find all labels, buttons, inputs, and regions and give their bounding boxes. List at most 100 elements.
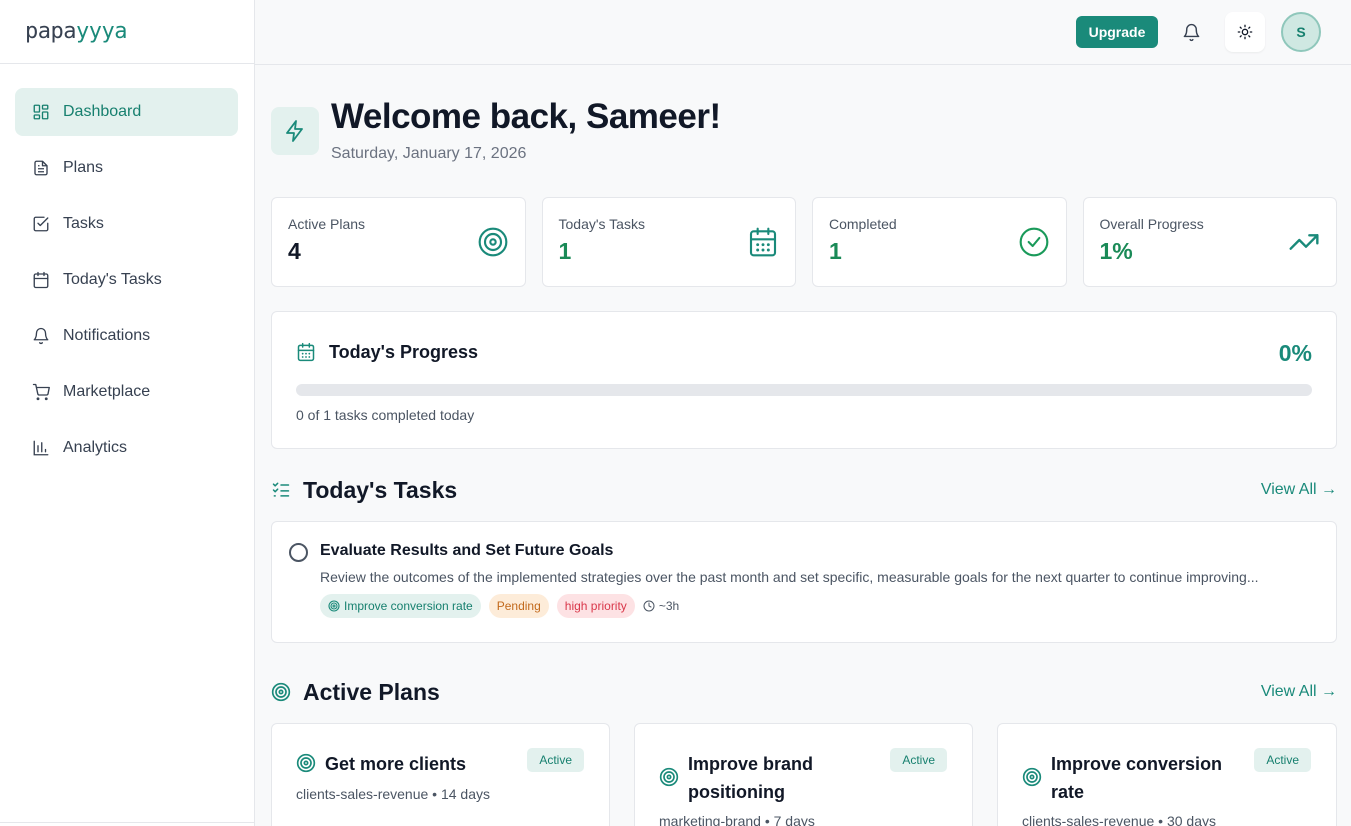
notifications-button[interactable] (1171, 12, 1211, 52)
sidebar: papa yyya Dashboard Plans Tasks Today's T… (0, 0, 255, 826)
sidebar-item-label: Today's Tasks (63, 271, 162, 288)
sidebar-item-label: Tasks (63, 215, 104, 232)
cart-icon (32, 383, 50, 401)
section-header: Active Plans View All → (271, 667, 1337, 723)
plan-tag[interactable]: Improve conversion rate (320, 594, 481, 618)
welcome-header: Welcome back, Sameer! Saturday, January … (271, 65, 1337, 197)
logo-text: papa (25, 19, 76, 44)
sidebar-item-marketplace[interactable]: Marketplace (15, 368, 238, 416)
todays-progress-card: Today's Progress 0% 0 of 1 tasks complet… (271, 311, 1337, 449)
stat-label: Completed (829, 216, 897, 232)
plan-card[interactable]: Improve conversion rate clients-sales-re… (997, 723, 1337, 826)
time-estimate: ~3h (643, 594, 679, 618)
view-all-plans-link[interactable]: View All → (1261, 683, 1337, 701)
logo-accent: yyya (75, 19, 127, 44)
bell-icon (33, 327, 49, 345)
clock-icon (643, 600, 655, 612)
calendar-icon (33, 271, 49, 289)
sidebar-item-notifications[interactable]: Notifications (15, 312, 238, 360)
status-badge: Active (527, 748, 584, 772)
plan-meta: marketing-brand • 7 days (659, 813, 815, 826)
sidebar-item-label: Plans (63, 159, 104, 176)
status-badge: Active (890, 748, 947, 772)
dashboard-icon (33, 104, 49, 120)
trending-up-icon (1289, 234, 1319, 250)
stat-card-todays-tasks[interactable]: Today's Tasks 1 (541, 197, 796, 287)
sidebar-divider (0, 822, 255, 823)
sidebar-item-dashboard[interactable]: Dashboard (15, 88, 238, 136)
theme-toggle-button[interactable] (1225, 12, 1265, 52)
active-plans-section: Active Plans View All → Get more clients… (271, 667, 1337, 826)
logo[interactable]: papa yyya (0, 0, 254, 64)
progress-title: Today's Progress (329, 342, 479, 362)
plans-grid: Get more clients clients-sales-revenue •… (271, 723, 1337, 826)
stat-label: Today's Tasks (558, 216, 645, 232)
section-header: Today's Tasks View All → (271, 465, 1337, 521)
stat-value: 4 (288, 238, 301, 264)
lightning-icon (271, 107, 319, 155)
plan-title: Improve brand positioning (688, 754, 814, 802)
target-icon (271, 682, 291, 702)
progress-bar (296, 384, 1312, 396)
sidebar-item-analytics[interactable]: Analytics (15, 424, 238, 472)
sidebar-item-label: Marketplace (63, 383, 151, 400)
plan-meta: clients-sales-revenue • 14 days (296, 786, 490, 802)
progress-note: 0 of 1 tasks completed today (296, 407, 475, 423)
topbar: Upgrade S (255, 0, 1351, 65)
target-icon (659, 767, 679, 787)
stat-card-completed[interactable]: Completed 1 (812, 197, 1067, 287)
stat-label: Active Plans (288, 216, 366, 232)
sidebar-item-label: Dashboard (63, 103, 142, 120)
check-circle-icon (1019, 227, 1048, 257)
sidebar-item-tasks[interactable]: Tasks (15, 200, 238, 248)
stat-card-overall-progress[interactable]: Overall Progress 1% (1082, 197, 1337, 287)
sidebar-item-label: Analytics (63, 439, 128, 456)
plan-title: Get more clients (325, 754, 467, 774)
stat-card-active-plans[interactable]: Active Plans 4 (271, 197, 526, 287)
checkbox-icon (33, 216, 49, 232)
page-title: Welcome back, Sameer! (331, 97, 721, 136)
target-icon (478, 227, 507, 257)
plan-title: Improve conversion rate (1051, 754, 1223, 802)
status-badge: Active (1254, 748, 1311, 772)
main-content: Welcome back, Sameer! Saturday, January … (271, 65, 1337, 826)
task-title: Evaluate Results and Set Future Goals (320, 542, 614, 559)
task-tags: Improve conversion rate Pending high pri… (320, 594, 679, 618)
sidebar-item-label: Notifications (63, 327, 151, 344)
plan-card[interactable]: Get more clients clients-sales-revenue •… (271, 723, 610, 826)
todays-tasks-section: Today's Tasks View All → Evaluate Result… (271, 465, 1337, 643)
target-icon (296, 753, 316, 773)
stat-value: 1 (829, 238, 842, 264)
current-date: Saturday, January 17, 2026 (331, 145, 527, 162)
plan-card[interactable]: Improve brand positioning marketing-bran… (634, 723, 973, 826)
sidebar-item-plans[interactable]: Plans (15, 144, 238, 192)
calendar-icon (749, 227, 777, 257)
stat-label: Overall Progress (1099, 216, 1204, 232)
upgrade-button[interactable]: Upgrade (1076, 16, 1158, 48)
progress-percent: 0% (1278, 340, 1312, 366)
bell-icon (1183, 23, 1199, 41)
view-all-tasks-link[interactable]: View All → (1261, 481, 1337, 499)
list-checks-icon (272, 482, 290, 497)
avatar[interactable]: S (1281, 12, 1321, 52)
target-icon (1022, 767, 1042, 787)
stat-value: 1% (1099, 238, 1133, 264)
document-icon (34, 160, 48, 176)
calendar-icon (297, 342, 315, 362)
section-title: Today's Tasks (303, 477, 458, 503)
plan-meta: clients-sales-revenue • 30 days (1022, 813, 1216, 826)
sidebar-nav: Dashboard Plans Tasks Today's Tasks Noti… (0, 64, 254, 472)
target-icon (328, 600, 340, 612)
task-complete-checkbox[interactable] (289, 543, 308, 562)
task-description: Review the outcomes of the implemented s… (320, 569, 1259, 585)
plan-tag-label: Improve conversion rate (344, 599, 473, 613)
bar-chart-icon (33, 440, 49, 456)
sidebar-item-todays-tasks[interactable]: Today's Tasks (15, 256, 238, 304)
priority-badge: high priority (556, 594, 635, 618)
time-estimate-label: ~3h (658, 599, 680, 613)
stat-value: 1 (558, 238, 572, 264)
sun-icon (1237, 24, 1253, 40)
stats-row: Active Plans 4 Today's Tasks 1 Completed… (271, 197, 1337, 287)
task-card[interactable]: Evaluate Results and Set Future Goals Re… (271, 521, 1337, 643)
section-title: Active Plans (303, 679, 440, 705)
